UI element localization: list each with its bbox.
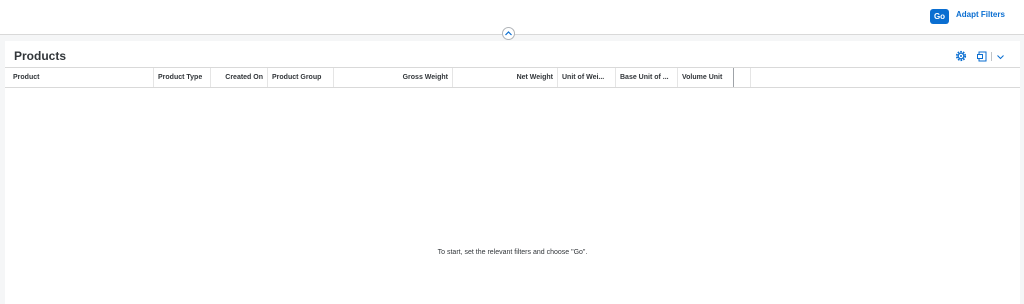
column-header-base-unit[interactable]: Base Unit of ... bbox=[616, 68, 678, 87]
settings-icon[interactable] bbox=[955, 50, 967, 62]
column-header-created-on[interactable]: Created On bbox=[211, 68, 268, 87]
table-title: Products bbox=[14, 49, 67, 63]
chevron-down-icon[interactable] bbox=[996, 53, 1005, 61]
column-header-product[interactable]: Product bbox=[9, 68, 154, 87]
column-header-unit-of-weight[interactable]: Unit of Wei... bbox=[558, 68, 616, 87]
column-header-net-weight[interactable]: Net Weight bbox=[453, 68, 558, 87]
column-header-product-group[interactable]: Product Group bbox=[268, 68, 334, 87]
products-table-panel: Products Product Product Type Created On… bbox=[5, 41, 1020, 304]
collapse-header-button[interactable] bbox=[502, 27, 515, 40]
column-header-product-type[interactable]: Product Type bbox=[154, 68, 211, 87]
table-header-row: Product Product Type Created On Product … bbox=[5, 67, 1020, 88]
column-header-spacer bbox=[734, 68, 751, 87]
empty-table-message: To start, set the relevant filters and c… bbox=[437, 249, 588, 256]
column-header-volume-unit[interactable]: Volume Unit bbox=[678, 68, 734, 87]
chevron-up-icon bbox=[505, 31, 512, 36]
adapt-filters-button[interactable]: Adapt Filters bbox=[956, 10, 1005, 19]
export-icon[interactable] bbox=[977, 51, 987, 62]
toolbar-separator bbox=[991, 52, 992, 61]
go-button[interactable]: Go bbox=[930, 9, 949, 24]
column-header-gross-weight[interactable]: Gross Weight bbox=[334, 68, 453, 87]
